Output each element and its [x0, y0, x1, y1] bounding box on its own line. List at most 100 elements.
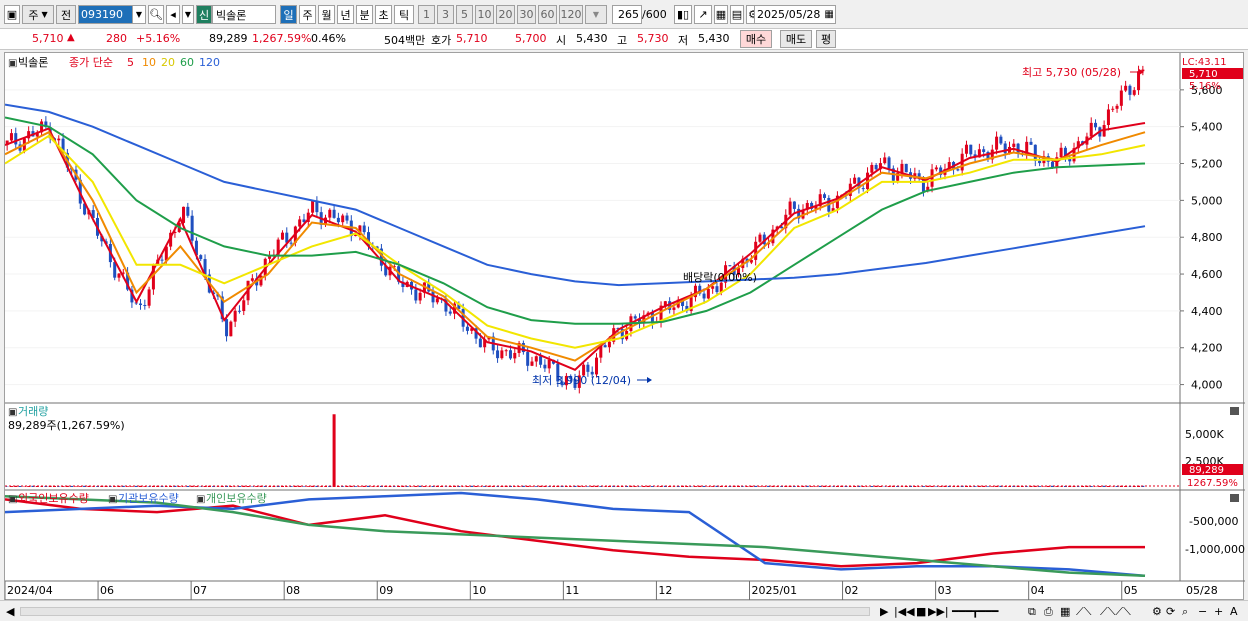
volume-bar: [57, 486, 61, 487]
candle-body: [139, 303, 143, 306]
x-tick-label: 02: [845, 584, 859, 597]
window-menu-icon[interactable]: ▣: [4, 5, 20, 24]
candle-body: [513, 352, 517, 359]
last-page-icon[interactable]: ▶▶|: [928, 604, 949, 619]
speaker-icon[interactable]: ◂: [166, 5, 180, 24]
toolbar: ▣ 주 ▼ 전 093190 ▼ 🔍︎ ◂ ▼ 신 빅솔론 일 주 월 년 분 …: [0, 0, 1248, 29]
print-icon[interactable]: ⎙: [1044, 604, 1053, 619]
scroll-right-icon[interactable]: ▶: [880, 604, 888, 619]
stop-icon[interactable]: ■: [916, 604, 926, 619]
holdings-close-icon[interactable]: [1230, 494, 1239, 502]
zoom-in-icon[interactable]: +: [1214, 604, 1223, 619]
holdings-menu-icon-3[interactable]: ▣: [196, 494, 205, 505]
layout-icon[interactable]: ▦: [714, 5, 728, 24]
tab-tick[interactable]: 틱: [394, 5, 414, 24]
candle-body: [186, 206, 190, 216]
zoom-slider-icon[interactable]: ━━━┳━━━: [952, 604, 998, 619]
settings-icon[interactable]: ⚙: [1152, 604, 1162, 619]
candle-body: [1012, 143, 1016, 147]
x-axis-end-label: 05/28: [1186, 584, 1218, 597]
interval-20[interactable]: 20: [496, 5, 515, 24]
interval-30[interactable]: 30: [517, 5, 536, 24]
zoom-out-icon[interactable]: −: [1198, 604, 1207, 619]
chart-area[interactable]: 5,600 5,400 5,200 5,000 4,800 4,600 4,400 4,200…: [4, 52, 1245, 601]
candle-body: [1111, 108, 1115, 110]
trend-tool-icon[interactable]: ↗: [694, 5, 712, 24]
search-icon[interactable]: ⌕: [1182, 604, 1188, 619]
volume-menu-icon[interactable]: ▣: [8, 407, 17, 418]
period-select[interactable]: 주 ▼: [22, 5, 54, 24]
scroll-left-icon[interactable]: ◀: [6, 604, 14, 619]
holdings-menu-icon-2[interactable]: ▣: [108, 494, 117, 505]
count-input[interactable]: 265: [612, 5, 642, 24]
grid-icon[interactable]: ▦: [1060, 604, 1070, 619]
price-tick-label: 5,000: [1191, 194, 1223, 207]
calendar-icon[interactable]: ▦: [824, 9, 833, 20]
tab-second[interactable]: 초: [375, 5, 392, 24]
tab-day[interactable]: 일: [280, 5, 297, 24]
volume-bars: [5, 414, 1180, 487]
change-percent: +5.16%: [136, 32, 181, 45]
candle-body: [1124, 85, 1128, 91]
change-up-icon: ▲: [67, 32, 75, 43]
save-icon[interactable]: ▤: [730, 5, 744, 24]
stock-name-field[interactable]: 빅솔론: [212, 5, 276, 24]
interval-1[interactable]: 1: [418, 5, 435, 24]
tab-year[interactable]: 년: [337, 5, 354, 24]
holdings-line-0: [4, 498, 1145, 568]
bid-price: 5,700: [515, 32, 547, 45]
stock-name: 빅솔론: [216, 8, 247, 22]
speaker-dropdown-icon[interactable]: ▼: [182, 5, 194, 24]
first-page-icon[interactable]: |◀◀: [894, 604, 915, 619]
candle-body: [534, 356, 538, 362]
volume-bar: [603, 486, 607, 487]
volume-close-icon[interactable]: [1230, 407, 1239, 415]
auto-scale-icon[interactable]: A: [1230, 604, 1238, 619]
candle-body: [595, 357, 599, 375]
candle-body: [160, 259, 164, 261]
buy-button[interactable]: 매수: [740, 30, 772, 48]
volume-bar: [496, 486, 500, 487]
holdings-label-institution: 기관보유수량: [118, 492, 179, 505]
candle-body: [964, 144, 968, 154]
sell-button[interactable]: 매도: [780, 30, 812, 48]
refresh-icon[interactable]: ⟳: [1166, 604, 1175, 619]
candle-body: [607, 341, 611, 348]
ma-label-120: 120: [199, 56, 220, 69]
low-price: 5,430: [698, 32, 730, 45]
prev-button[interactable]: 전: [56, 5, 76, 24]
tab-week[interactable]: 주: [299, 5, 316, 24]
candle-body: [1106, 109, 1110, 126]
candle-body: [969, 144, 973, 155]
eval-button[interactable]: 평: [816, 30, 836, 48]
panel-menu-icon[interactable]: ▣: [8, 58, 17, 69]
scroll-track[interactable]: [20, 607, 870, 616]
interval-60[interactable]: 60: [538, 5, 557, 24]
trend-icon[interactable]: ⟋⟍⟋⟍: [1100, 604, 1131, 619]
tab-minute[interactable]: 분: [356, 5, 373, 24]
open-label: 시: [556, 34, 567, 47]
search-icon[interactable]: 🔍︎: [148, 5, 164, 24]
scroll-bar[interactable]: ◀ ▶ |◀◀ ■ ▶▶| ━━━┳━━━ ⧉ ⎙ ▦ ⟋⟍ ⟋⟍⟋⟍ ⚙ ⟳ …: [0, 600, 1248, 621]
interval-3[interactable]: 3: [437, 5, 454, 24]
candle-body: [311, 200, 315, 213]
stock-code-dropdown-icon[interactable]: ▼: [132, 5, 146, 24]
date-input[interactable]: 2025/05/28 ▦: [754, 5, 836, 24]
interval-10[interactable]: 10: [475, 5, 494, 24]
candle-body: [147, 289, 151, 306]
price-y-axis: 5,6005,4005,2005,0004,8004,6004,4004,200…: [1180, 84, 1223, 392]
x-tick-label: 04: [1031, 584, 1045, 597]
chart-svg[interactable]: 5,6005,4005,2005,0004,8004,6004,4004,200…: [4, 53, 1245, 601]
volume-last-pct-tag: 1267.59%: [1187, 478, 1238, 489]
interval-dropdown-icon[interactable]: ▼: [585, 5, 607, 24]
interval-5[interactable]: 5: [456, 5, 473, 24]
tab-month[interactable]: 월: [318, 5, 335, 24]
candle-body: [904, 163, 908, 173]
interval-120[interactable]: 120: [559, 5, 583, 24]
x-tick-label: 11: [565, 584, 579, 597]
candle-type-icon[interactable]: ▮▯: [674, 5, 692, 24]
copy-icon[interactable]: ⧉: [1028, 604, 1036, 619]
holdings-menu-icon[interactable]: ▣: [8, 494, 17, 505]
draw-line-icon[interactable]: ⟋⟍: [1076, 604, 1091, 619]
quote-bar: 5,710 ▲ 280 +5.16% 89,289 1,267.59% 0.46…: [0, 29, 1248, 50]
